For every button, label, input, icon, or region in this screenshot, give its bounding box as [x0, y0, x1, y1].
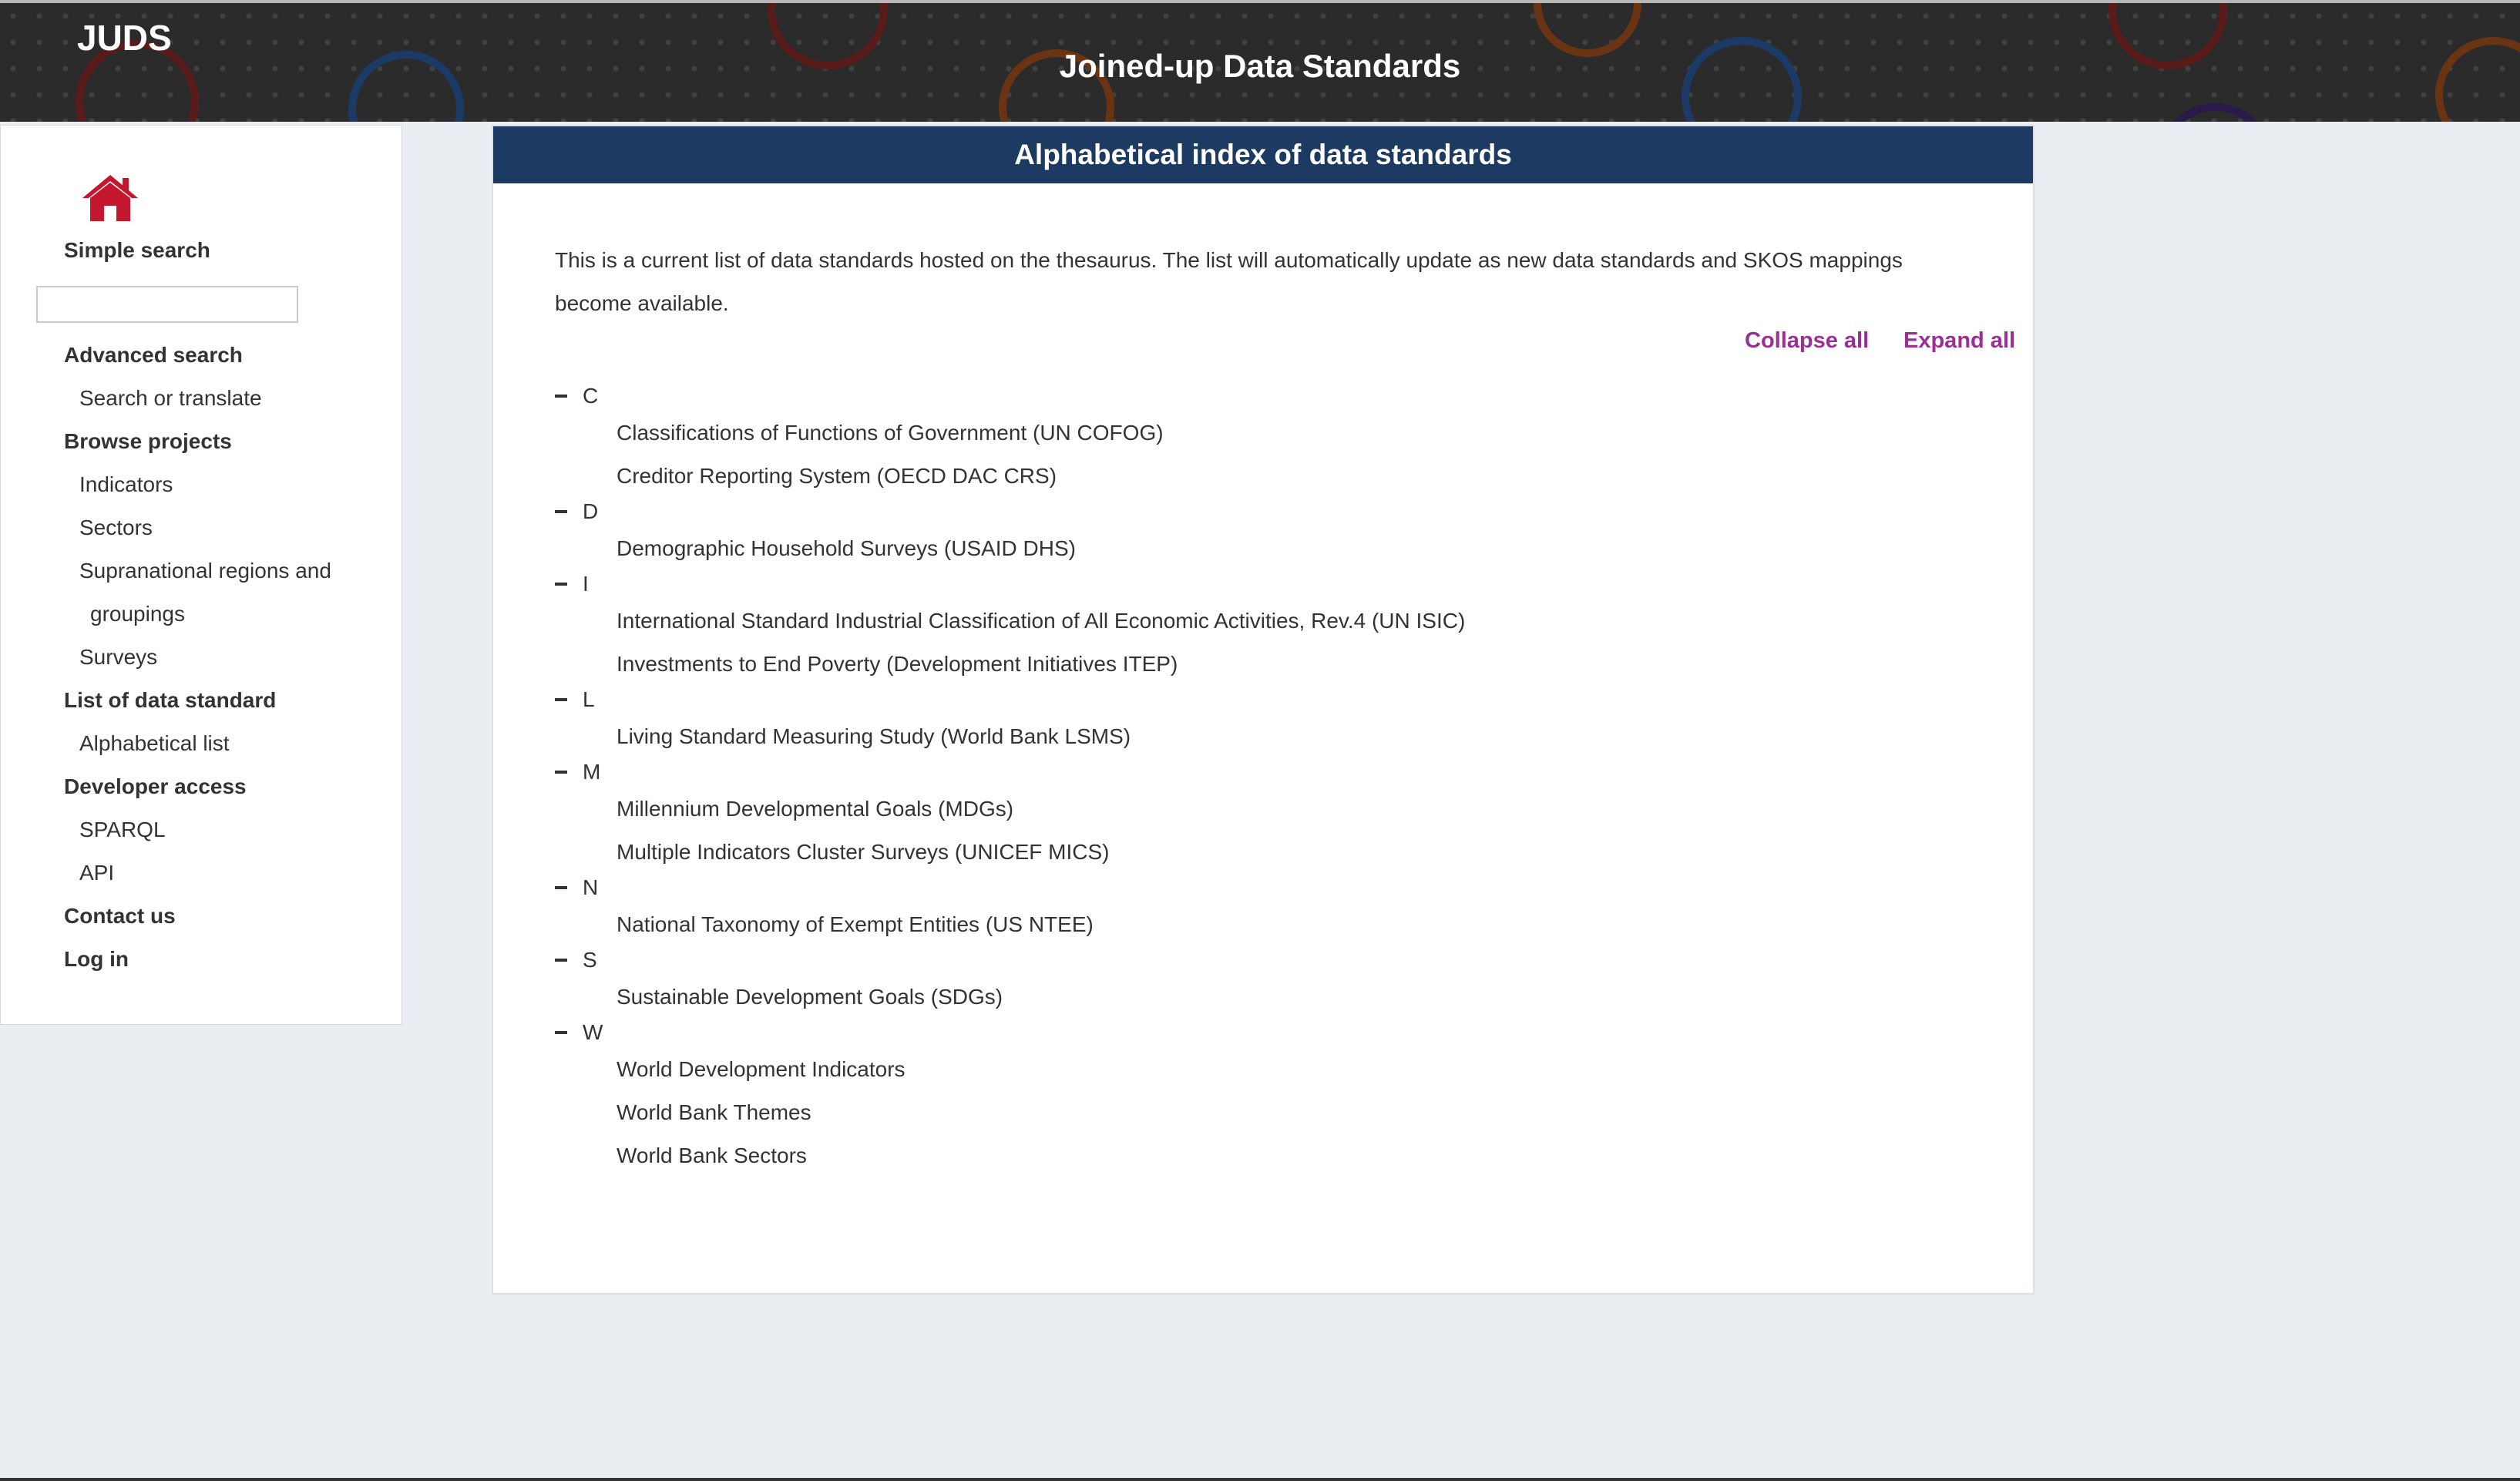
letter-group-i[interactable]: I — [555, 572, 589, 596]
letter-group-n[interactable]: N — [555, 875, 598, 900]
nav-sparql[interactable]: SPARQL — [79, 818, 166, 842]
letter-group-l[interactable]: L — [555, 687, 595, 712]
nav-list-of-data-standard[interactable]: List of data standard — [64, 688, 276, 713]
page-title: Alphabetical index of data standards — [493, 126, 2033, 183]
nav-developer-access[interactable]: Developer access — [64, 774, 247, 799]
letter-heading: S — [583, 948, 597, 972]
main-panel: Alphabetical index of data standards Thi… — [492, 125, 2034, 1295]
letter-heading: M — [583, 760, 601, 784]
nav-sectors[interactable]: Sectors — [79, 515, 153, 540]
letter-heading: N — [583, 875, 599, 899]
nav-surveys[interactable]: Surveys — [79, 645, 157, 670]
list-item[interactable]: Classifications of Functions of Governme… — [617, 421, 1164, 445]
nav-contact-us[interactable]: Contact us — [64, 904, 176, 929]
simple-search-label: Simple search — [64, 238, 210, 262]
nav-supranational-regions[interactable]: Supranational regions and — [79, 559, 331, 583]
list-item[interactable]: Creditor Reporting System (OECD DAC CRS) — [617, 464, 1057, 489]
collapse-minus-icon[interactable] — [555, 958, 567, 962]
collapse-minus-icon[interactable] — [555, 885, 567, 889]
simple-search-input[interactable] — [36, 286, 298, 323]
intro-text: This is a current list of data standards… — [555, 248, 1903, 315]
letter-heading: L — [583, 687, 595, 711]
nav-api[interactable]: API — [79, 861, 114, 885]
home-icon[interactable] — [81, 173, 139, 223]
nav-browse-projects[interactable]: Browse projects — [64, 429, 232, 454]
collapse-all-link[interactable]: Collapse all — [1745, 328, 1869, 354]
sidebar: Simple search Advanced search Search or … — [0, 125, 402, 1025]
nav-alphabetical-list[interactable]: Alphabetical list — [79, 731, 230, 756]
nav-advanced-search[interactable]: Advanced search — [64, 343, 243, 368]
expand-all-link[interactable]: Expand all — [1903, 328, 2015, 354]
list-item[interactable]: Millennium Developmental Goals (MDGs) — [617, 797, 1013, 821]
letter-group-w[interactable]: W — [555, 1020, 603, 1045]
nav-supranational-regions-cont[interactable]: groupings — [90, 602, 185, 626]
list-item[interactable]: World Bank Themes — [617, 1100, 811, 1125]
letter-group-d[interactable]: D — [555, 499, 598, 524]
collapse-minus-icon[interactable] — [555, 582, 567, 586]
nav-search-or-translate[interactable]: Search or translate — [79, 386, 262, 411]
list-item[interactable]: World Bank Sectors — [617, 1143, 807, 1168]
letter-heading: C — [583, 384, 599, 408]
letter-group-s[interactable]: S — [555, 948, 597, 972]
site-header: JUDS Joined-up Data Standards — [0, 0, 2520, 122]
collapse-minus-icon[interactable] — [555, 394, 567, 398]
collapse-minus-icon[interactable] — [555, 697, 567, 701]
nav-indicators[interactable]: Indicators — [79, 472, 173, 497]
letter-group-m[interactable]: M — [555, 760, 600, 784]
collapse-minus-icon[interactable] — [555, 509, 567, 513]
list-item[interactable]: International Standard Industrial Classi… — [617, 609, 1465, 633]
letter-heading: I — [583, 572, 589, 596]
letter-heading: D — [583, 499, 599, 523]
list-item[interactable]: Sustainable Development Goals (SDGs) — [617, 985, 1003, 1009]
collapse-minus-icon[interactable] — [555, 1030, 567, 1034]
list-item[interactable]: Multiple Indicators Cluster Surveys (UNI… — [617, 840, 1109, 865]
list-item[interactable]: World Development Indicators — [617, 1057, 906, 1082]
collapse-minus-icon[interactable] — [555, 770, 567, 774]
letter-group-c[interactable]: C — [555, 384, 598, 408]
site-title: Joined-up Data Standards — [1059, 48, 1461, 84]
list-item[interactable]: Demographic Household Surveys (USAID DHS… — [617, 536, 1076, 561]
list-item[interactable]: Investments to End Poverty (Development … — [617, 652, 1178, 677]
list-item[interactable]: Living Standard Measuring Study (World B… — [617, 724, 1131, 749]
list-item[interactable]: National Taxonomy of Exempt Entities (US… — [617, 912, 1094, 937]
nav-log-in[interactable]: Log in — [64, 947, 129, 972]
letter-heading: W — [583, 1020, 603, 1044]
window-bottom-edge — [0, 1478, 2520, 1481]
